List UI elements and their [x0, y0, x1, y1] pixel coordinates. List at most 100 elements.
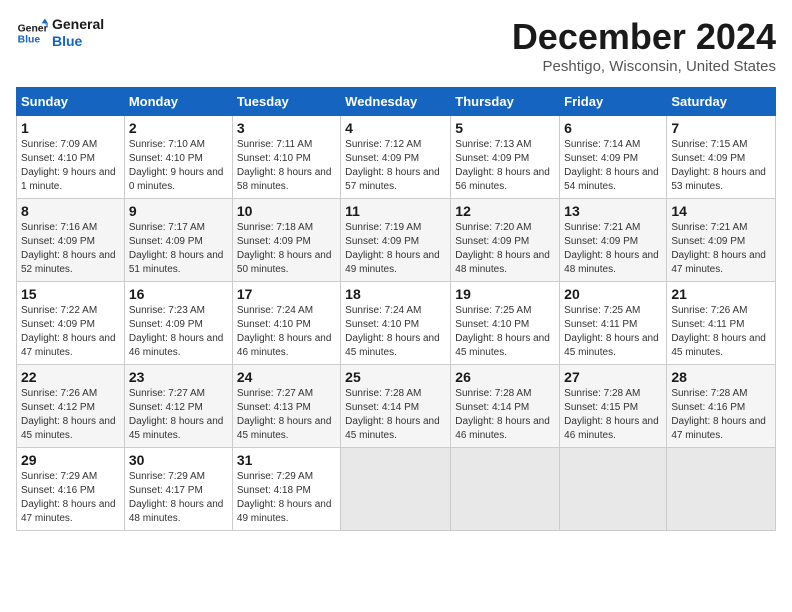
day-detail: Sunrise: 7:12 AMSunset: 4:09 PMDaylight:… — [345, 138, 446, 194]
day-number: 23 — [129, 369, 228, 385]
calendar-cell: 23Sunrise: 7:27 AMSunset: 4:12 PMDayligh… — [124, 365, 232, 448]
day-number: 18 — [345, 286, 446, 302]
day-detail: Sunrise: 7:25 AMSunset: 4:11 PMDaylight:… — [564, 304, 662, 360]
day-number: 26 — [455, 369, 555, 385]
day-detail: Sunrise: 7:19 AMSunset: 4:09 PMDaylight:… — [345, 221, 446, 277]
day-number: 24 — [237, 369, 336, 385]
calendar-cell: 14 Sunrise: 7:21 AMSunset: 4:09 PMDayligh… — [667, 199, 776, 282]
col-header-sunday: Sunday — [17, 88, 125, 116]
calendar-cell: 26 Sunrise: 7:28 AMSunset: 4:14 PMDayligh… — [451, 365, 560, 448]
logo-line1: General — [52, 16, 104, 33]
calendar-cell: 27 Sunrise: 7:28 AMSunset: 4:15 PMDayligh… — [560, 365, 667, 448]
day-number: 12 — [455, 203, 555, 219]
week-row-2: 8 Sunrise: 7:16 AMSunset: 4:09 PMDaylight… — [17, 199, 776, 282]
day-detail: Sunrise: 7:10 AMSunset: 4:10 PMDaylight:… — [129, 138, 228, 194]
day-number: 9 — [129, 203, 228, 219]
calendar-cell: 29Sunrise: 7:29 AMSunset: 4:16 PMDayligh… — [17, 448, 125, 531]
week-row-1: 1 Sunrise: 7:09 AMSunset: 4:10 PMDaylight… — [17, 116, 776, 199]
day-number: 13 — [564, 203, 662, 219]
day-detail: Sunrise: 7:28 AMSunset: 4:14 PMDaylight:… — [455, 387, 555, 443]
day-detail: Sunrise: 7:21 AMSunset: 4:09 PMDaylight:… — [564, 221, 662, 277]
day-detail: Sunrise: 7:26 AMSunset: 4:12 PMDaylight:… — [21, 387, 120, 443]
week-row-3: 15 Sunrise: 7:22 AMSunset: 4:09 PMDayligh… — [17, 282, 776, 365]
day-number: 30 — [129, 452, 228, 468]
calendar-cell: 13 Sunrise: 7:21 AMSunset: 4:09 PMDayligh… — [560, 199, 667, 282]
calendar-cell: 24Sunrise: 7:27 AMSunset: 4:13 PMDayligh… — [232, 365, 340, 448]
day-detail: Sunrise: 7:13 AMSunset: 4:09 PMDaylight:… — [455, 138, 555, 194]
calendar-cell: 22 Sunrise: 7:26 AMSunset: 4:12 PMDayligh… — [17, 365, 125, 448]
day-detail: Sunrise: 7:15 AMSunset: 4:09 PMDaylight:… — [671, 138, 771, 194]
col-header-friday: Friday — [560, 88, 667, 116]
day-detail: Sunrise: 7:22 AMSunset: 4:09 PMDaylight:… — [21, 304, 120, 360]
day-detail: Sunrise: 7:24 AMSunset: 4:10 PMDaylight:… — [237, 304, 336, 360]
day-detail: Sunrise: 7:17 AMSunset: 4:09 PMDaylight:… — [129, 221, 228, 277]
page-title: December 2024 — [512, 16, 776, 58]
day-number: 3 — [237, 120, 336, 136]
day-number: 27 — [564, 369, 662, 385]
day-detail: Sunrise: 7:09 AMSunset: 4:10 PMDaylight:… — [21, 138, 120, 194]
header: General Blue General Blue December 2024 … — [16, 16, 776, 75]
logo-icon: General Blue — [16, 17, 48, 49]
calendar-cell: 8 Sunrise: 7:16 AMSunset: 4:09 PMDaylight… — [17, 199, 125, 282]
day-number: 19 — [455, 286, 555, 302]
col-header-thursday: Thursday — [451, 88, 560, 116]
day-number: 11 — [345, 203, 446, 219]
col-header-monday: Monday — [124, 88, 232, 116]
day-number: 22 — [21, 369, 120, 385]
calendar-cell: 31 Sunrise: 7:29 AMSunset: 4:18 PMDayligh… — [232, 448, 340, 531]
day-detail: Sunrise: 7:21 AMSunset: 4:09 PMDaylight:… — [671, 221, 771, 277]
calendar-cell: 21 Sunrise: 7:26 AMSunset: 4:11 PMDayligh… — [667, 282, 776, 365]
day-number: 15 — [21, 286, 120, 302]
day-detail: Sunrise: 7:11 AMSunset: 4:10 PMDaylight:… — [237, 138, 336, 194]
day-number: 17 — [237, 286, 336, 302]
day-detail: Sunrise: 7:29 AMSunset: 4:18 PMDaylight:… — [237, 470, 336, 526]
calendar-cell: 28 Sunrise: 7:28 AMSunset: 4:16 PMDayligh… — [667, 365, 776, 448]
page-subtitle: Peshtigo, Wisconsin, United States — [512, 58, 776, 75]
calendar-cell: 3 Sunrise: 7:11 AMSunset: 4:10 PMDaylight… — [232, 116, 340, 199]
logo-line2: Blue — [52, 33, 104, 50]
calendar-cell: 19Sunrise: 7:25 AMSunset: 4:10 PMDayligh… — [451, 282, 560, 365]
col-header-saturday: Saturday — [667, 88, 776, 116]
day-number: 14 — [671, 203, 771, 219]
day-detail: Sunrise: 7:16 AMSunset: 4:09 PMDaylight:… — [21, 221, 120, 277]
title-area: December 2024 Peshtigo, Wisconsin, Unite… — [512, 16, 776, 75]
calendar-cell — [667, 448, 776, 531]
day-detail: Sunrise: 7:28 AMSunset: 4:16 PMDaylight:… — [671, 387, 771, 443]
day-number: 7 — [671, 120, 771, 136]
day-number: 4 — [345, 120, 446, 136]
calendar-cell — [451, 448, 560, 531]
calendar-cell: 15 Sunrise: 7:22 AMSunset: 4:09 PMDayligh… — [17, 282, 125, 365]
calendar-cell: 2 Sunrise: 7:10 AMSunset: 4:10 PMDaylight… — [124, 116, 232, 199]
day-number: 8 — [21, 203, 120, 219]
day-number: 31 — [237, 452, 336, 468]
day-detail: Sunrise: 7:20 AMSunset: 4:09 PMDaylight:… — [455, 221, 555, 277]
calendar-cell: 12 Sunrise: 7:20 AMSunset: 4:09 PMDayligh… — [451, 199, 560, 282]
day-detail: Sunrise: 7:29 AMSunset: 4:16 PMDaylight:… — [21, 470, 120, 526]
calendar-cell — [341, 448, 451, 531]
day-detail: Sunrise: 7:18 AMSunset: 4:09 PMDaylight:… — [237, 221, 336, 277]
day-number: 6 — [564, 120, 662, 136]
day-number: 25 — [345, 369, 446, 385]
calendar-cell: 18Sunrise: 7:24 AMSunset: 4:10 PMDayligh… — [341, 282, 451, 365]
day-number: 1 — [21, 120, 120, 136]
day-detail: Sunrise: 7:28 AMSunset: 4:15 PMDaylight:… — [564, 387, 662, 443]
day-detail: Sunrise: 7:26 AMSunset: 4:11 PMDaylight:… — [671, 304, 771, 360]
day-detail: Sunrise: 7:14 AMSunset: 4:09 PMDaylight:… — [564, 138, 662, 194]
calendar-cell — [560, 448, 667, 531]
calendar-header-row: SundayMondayTuesdayWednesdayThursdayFrid… — [17, 88, 776, 116]
day-number: 2 — [129, 120, 228, 136]
svg-text:Blue: Blue — [18, 34, 41, 45]
week-row-5: 29Sunrise: 7:29 AMSunset: 4:16 PMDayligh… — [17, 448, 776, 531]
calendar-cell: 20 Sunrise: 7:25 AMSunset: 4:11 PMDayligh… — [560, 282, 667, 365]
day-number: 28 — [671, 369, 771, 385]
day-number: 20 — [564, 286, 662, 302]
day-number: 21 — [671, 286, 771, 302]
week-row-4: 22 Sunrise: 7:26 AMSunset: 4:12 PMDayligh… — [17, 365, 776, 448]
day-detail: Sunrise: 7:29 AMSunset: 4:17 PMDaylight:… — [129, 470, 228, 526]
calendar-cell: 17 Sunrise: 7:24 AMSunset: 4:10 PMDayligh… — [232, 282, 340, 365]
day-number: 16 — [129, 286, 228, 302]
calendar-table: SundayMondayTuesdayWednesdayThursdayFrid… — [16, 87, 776, 531]
calendar-cell: 11 Sunrise: 7:19 AMSunset: 4:09 PMDayligh… — [341, 199, 451, 282]
calendar-cell: 30 Sunrise: 7:29 AMSunset: 4:17 PMDayligh… — [124, 448, 232, 531]
calendar-cell: 4 Sunrise: 7:12 AMSunset: 4:09 PMDaylight… — [341, 116, 451, 199]
